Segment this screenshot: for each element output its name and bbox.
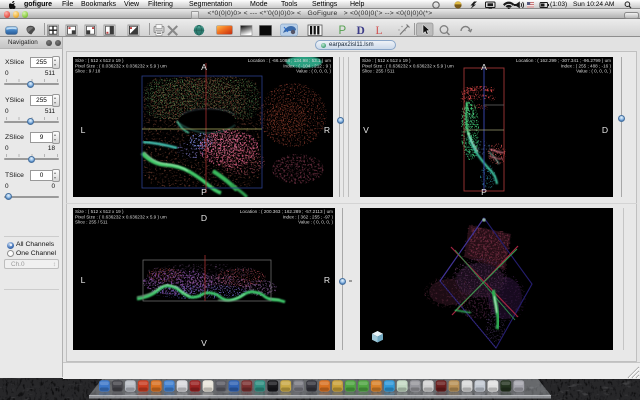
svg-text:D: D xyxy=(602,125,608,135)
svg-text:L: L xyxy=(81,125,86,135)
svg-text:P: P xyxy=(201,187,207,197)
svg-text:D: D xyxy=(201,213,207,223)
svg-text:V: V xyxy=(201,338,207,348)
svg-text:A: A xyxy=(201,62,207,72)
svg-text:V: V xyxy=(363,125,369,135)
svg-text:Slice : 255 / 511: Slice : 255 / 511 xyxy=(362,69,395,74)
svg-text:P: P xyxy=(339,25,347,37)
svg-text:Slice : 255 / 511: Slice : 255 / 511 xyxy=(75,220,108,225)
svg-text:A: A xyxy=(481,62,487,72)
svg-text:Value : ( 0, 0, 0, ): Value : ( 0, 0, 0, ) xyxy=(576,69,611,74)
svg-text:D: D xyxy=(357,25,365,37)
svg-text:R: R xyxy=(324,125,330,135)
svg-text:R: R xyxy=(324,275,330,285)
svg-text:L: L xyxy=(81,275,86,285)
svg-text:Value : ( 0, 0, 0, ): Value : ( 0, 0, 0, ) xyxy=(296,69,331,74)
svg-text:Value : ( 0, 0, 0, ): Value : ( 0, 0, 0, ) xyxy=(298,220,333,225)
svg-text:P: P xyxy=(481,187,487,197)
svg-text:Slice : 9 / 18: Slice : 9 / 18 xyxy=(75,69,101,74)
svg-text:L: L xyxy=(376,25,383,37)
